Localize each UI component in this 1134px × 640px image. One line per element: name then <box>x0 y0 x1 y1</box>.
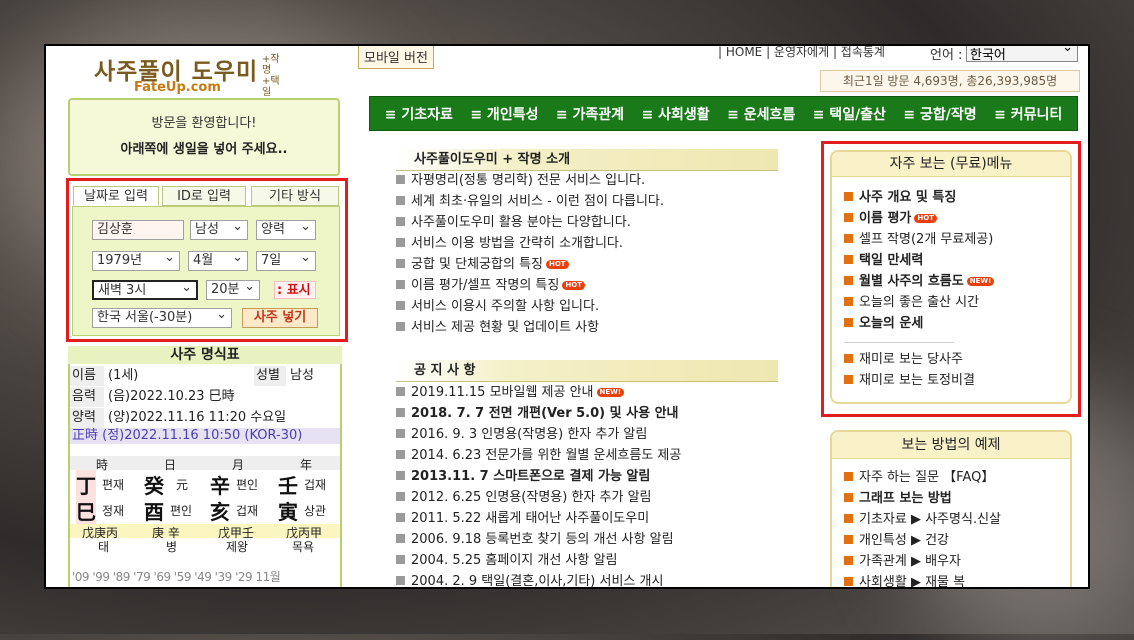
nav-item-fortune[interactable]: ≡ 운세흐름 <box>727 104 795 124</box>
branch-day: 酉 <box>144 500 164 524</box>
free-menu-highlight <box>821 141 1081 417</box>
pillar-head-day: 日 <box>164 458 177 472</box>
list-item[interactable]: 이름 평가/셀프 작명의 특징 HOT <box>396 275 776 296</box>
mobile-version-button[interactable]: 모바일 버전 <box>358 46 434 69</box>
new-badge: NEW! <box>596 388 625 397</box>
list-item[interactable]: 2016. 9. 3 인명용(작명용) 한자 추가 알림 <box>396 424 776 445</box>
example-item[interactable]: 사회생활 ▶ 재물 복 <box>844 572 1070 587</box>
stem-year: 壬 <box>278 474 298 498</box>
branch-year: 寅 <box>278 500 298 524</box>
welcome-line2: 아래쪽에 생일을 넣어 주세요.. <box>120 142 288 157</box>
list-item[interactable]: 서비스 제공 현황 및 업데이트 사항 <box>396 317 776 338</box>
language-label: 언어 : <box>930 48 963 63</box>
list-item[interactable]: 2004. 2. 9 택일(결혼,이사,기타) 서비스 개시 <box>396 571 776 587</box>
example-item[interactable]: 개인특성 ▶ 건강 <box>844 530 1070 551</box>
stem-hour: 丁 <box>76 470 96 499</box>
stem-day: 癸 <box>144 474 164 498</box>
list-item[interactable]: 서비스 이용 방법을 간략히 소개합니다. <box>396 233 776 254</box>
daeun-years: '09 '99 '89 '79 '69 '59 '49 '39 '29 11월 <box>72 570 281 584</box>
stage-day: 병 <box>166 540 178 554</box>
stem-god-month: 편인 <box>236 478 259 492</box>
example-item[interactable]: 그래프 보는 방법 <box>844 488 1070 509</box>
stage-month: 제왕 <box>226 540 249 554</box>
stem-god-year: 겁재 <box>304 478 327 492</box>
name-label: 이름 <box>70 366 104 386</box>
list-item[interactable]: 2006. 9.18 등록번호 찾기 등의 개선 사항 알림 <box>396 529 776 550</box>
list-item[interactable]: 2019.11.15 모바일웹 제공 안내 NEW! <box>396 382 776 403</box>
lunar-label: 음력 <box>70 387 104 407</box>
example-item[interactable]: 기초자료 ▶ 사주명식.신살 <box>844 509 1070 530</box>
list-item[interactable]: 2014. 6.23 전문가를 위한 월별 운세흐름도 제공 <box>396 445 776 466</box>
branch-god-day: 편인 <box>170 504 193 518</box>
lunar-value: (음)2022.10.23 巳時 <box>108 389 235 404</box>
pillar-head-hour: 時 <box>96 458 109 472</box>
name-value: (1세) <box>108 368 139 383</box>
branch-month: 亥 <box>210 500 230 524</box>
branch-hour: 巳 <box>76 496 96 525</box>
welcome-line1: 방문을 환영합니다! <box>151 116 257 131</box>
list-item[interactable]: 세계 최초·유일의 서비스 - 이런 점이 다릅니다. <box>396 191 776 212</box>
nav-item-personal[interactable]: ≡ 개인특성 <box>470 104 538 124</box>
branch-god-month: 겁재 <box>236 504 259 518</box>
list-item[interactable]: 2013.11. 7 스마트폰으로 결제 가능 알림 <box>396 466 776 487</box>
hot-badge: HOT <box>546 260 569 269</box>
solar-value: (양)2022.11.16 11:20 수요일 <box>108 410 287 425</box>
language-select[interactable]: 한국어 <box>966 46 1078 63</box>
examples-box: 보는 방법의 예제 자주 하는 질문 【FAQ】 그래프 보는 방법 기초자료 … <box>830 430 1072 587</box>
example-item[interactable]: 자주 하는 질문 【FAQ】 <box>844 467 1070 488</box>
list-item[interactable]: 사주풀이도우미 활용 분야는 다양합니다. <box>396 212 776 233</box>
nav-item-date[interactable]: ≡ 택일/출산 <box>813 104 886 124</box>
nav-item-match[interactable]: ≡ 궁합/작명 <box>903 104 976 124</box>
notice-title: 공 지 사 항 <box>396 360 778 382</box>
gender-value: 남성 <box>290 368 314 383</box>
pillar-head-month: 月 <box>232 458 245 472</box>
nav-item-social[interactable]: ≡ 사회생활 <box>642 104 710 124</box>
list-item[interactable]: 궁합 및 단체궁합의 특징 HOT <box>396 254 776 275</box>
stem-month: 辛 <box>210 474 230 498</box>
branch-god-hour: 정재 <box>102 504 125 518</box>
list-item[interactable]: 2011. 5.22 새롭게 태어난 사주풀이도우미 <box>396 508 776 529</box>
branch-god-year: 상관 <box>304 504 327 518</box>
list-item[interactable]: 자평명리(정통 명리학) 전문 서비스 입니다. <box>396 170 776 191</box>
site-logo[interactable]: 사주풀이 도우미 +작명 +택일 FateUp.com <box>94 50 284 98</box>
welcome-box: 방문을 환영합니다! 아래쪽에 생일을 넣어 주세요.. <box>68 98 340 176</box>
list-item[interactable]: 2018. 7. 7 전면 개편(Ver 5.0) 및 사용 안내 <box>396 403 776 424</box>
list-item[interactable]: 서비스 이용시 주의할 사항 입니다. <box>396 296 776 317</box>
examples-title: 보는 방법의 예제 <box>832 432 1070 459</box>
top-links[interactable]: | HOME | 운영자에게 | 접속통계 <box>718 46 885 60</box>
saju-title: 사주 명식표 <box>68 346 342 364</box>
main-nav: ≡ 기초자료 ≡ 개인특성 ≡ 가족관계 ≡ 사회생활 ≡ 운세흐름 ≡ 택일/… <box>369 96 1078 131</box>
input-highlight-box <box>66 178 348 342</box>
nav-item-community[interactable]: ≡ 커뮤니티 <box>994 104 1062 124</box>
list-item[interactable]: 2004. 5.25 홈페이지 개선 사항 알림 <box>396 550 776 571</box>
intro-list: 자평명리(정통 명리학) 전문 서비스 입니다. 세계 최초·유일의 서비스 -… <box>396 170 776 338</box>
stem-god-day: 元 <box>176 478 189 492</box>
notice-list: 2019.11.15 모바일웹 제공 안내 NEW! 2018. 7. 7 전면 … <box>396 382 776 587</box>
example-item[interactable]: 가족관계 ▶ 배우자 <box>844 551 1070 572</box>
browser-frame: 사주풀이 도우미 +작명 +택일 FateUp.com 모바일 버전 | HOME… <box>44 44 1090 589</box>
solar-label: 양력 <box>70 408 104 428</box>
pillar-head-year: 年 <box>300 458 313 472</box>
stage-hour: 태 <box>98 540 110 554</box>
true-time: 正時 (정)2022.11.16 10:50 (KOR-30) <box>70 428 340 444</box>
gender-label: 성별 <box>254 366 286 386</box>
visit-stats: 최근1일 방문 4,693명, 총26,393,985명 <box>820 70 1080 92</box>
nav-item-family[interactable]: ≡ 가족관계 <box>556 104 624 124</box>
intro-title: 사주풀이도우미 + 작명 소개 <box>396 149 778 171</box>
list-item[interactable]: 2012. 6.25 인명용(작명용) 한자 추가 알림 <box>396 487 776 508</box>
logo-url: FateUp.com <box>134 80 221 95</box>
hot-badge: HOT <box>562 281 585 290</box>
stem-god-hour: 편재 <box>102 478 125 492</box>
logo-sub: +작명 +택일 <box>262 54 280 98</box>
stage-year: 목욕 <box>292 540 315 554</box>
nav-item-basic[interactable]: ≡ 기초자료 <box>385 104 453 124</box>
